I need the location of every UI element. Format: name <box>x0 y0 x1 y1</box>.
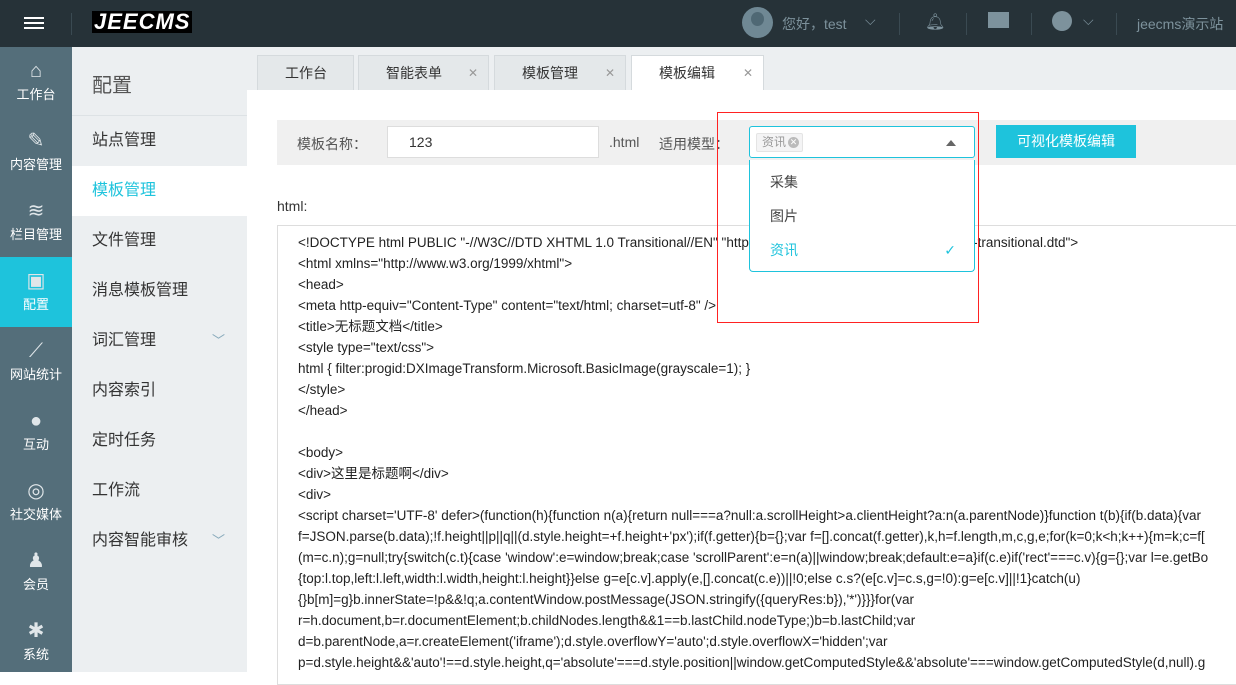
site-name[interactable]: jeecms演示站 <box>1137 14 1223 34</box>
close-icon[interactable]: ✕ <box>605 56 615 90</box>
submenu-workflow[interactable]: 工作流 <box>72 466 247 516</box>
nav-system[interactable]: ✱ 系统 <box>0 607 72 677</box>
code-line: <script charset='UTF-8' defer>(function(… <box>298 508 1202 523</box>
tab-workbench[interactable]: 工作台 <box>257 55 354 90</box>
submenu-vocab[interactable]: 词汇管理 ﹀ <box>72 316 247 366</box>
palette-icon[interactable] <box>1052 11 1072 31</box>
nav-channel[interactable]: ≋ 栏目管理 <box>0 187 72 257</box>
nav-config[interactable]: ▣ 配置 <box>0 257 72 327</box>
visual-edit-button[interactable]: 可视化模板编辑 <box>996 125 1136 158</box>
submenu-template[interactable]: 模板管理 <box>72 166 247 216</box>
code-line: <div>这里是标题啊</div> <box>298 466 449 481</box>
submenu-audit[interactable]: 内容智能审核 ﹀ <box>72 516 247 566</box>
tab-bar: 工作台 智能表单 ✕ 模板管理 ✕ 模板编辑 ✕ <box>247 47 1236 90</box>
edit-icon: ✎ <box>27 130 45 152</box>
monitor-icon[interactable] <box>988 12 1009 28</box>
avatar[interactable] <box>742 7 773 38</box>
tab-template-edit[interactable]: 模板编辑 ✕ <box>631 55 764 90</box>
code-line: <body> <box>298 445 344 460</box>
code-line: d=b.parentNode,a=r.createElement('iframe… <box>298 634 888 649</box>
target-icon: ◎ <box>27 480 45 502</box>
highlight-box <box>717 112 979 323</box>
nav-stats[interactable]: ⟋ 网站统计 <box>0 327 72 397</box>
submenu-msg-template[interactable]: 消息模板管理 <box>72 266 247 316</box>
tab-template-manage[interactable]: 模板管理 ✕ <box>494 55 626 90</box>
chart-icon: ⟋ <box>29 340 43 362</box>
hamburger-menu-icon[interactable] <box>24 14 44 32</box>
submenu-title: 配置 <box>72 47 247 116</box>
theme-chevron-icon[interactable]: ⌵ <box>1083 12 1094 29</box>
tab-smart-form[interactable]: 智能表单 ✕ <box>358 55 489 90</box>
chevron-down-icon: ﹀ <box>211 333 225 348</box>
code-line: f=JSON.parse(b.data);!f.height||p||q||(d… <box>298 529 1205 544</box>
logo: JEECMS <box>92 9 193 34</box>
code-line: <style type="text/css"> <box>298 340 435 355</box>
nav-content[interactable]: ✎ 内容管理 <box>0 117 72 187</box>
home-icon: ⌂ <box>29 60 43 82</box>
top-header: JEECMS 您好，test ⌵ 🔔︎ ⌵ jeecms演示站 <box>0 0 1236 47</box>
user-check-icon: ♟ <box>27 550 45 572</box>
code-line: <div> <box>298 487 332 502</box>
chevron-down-icon: ﹀ <box>211 533 225 548</box>
code-line: </head> <box>298 403 348 418</box>
nav-workbench[interactable]: ⌂ 工作台 <box>0 47 72 117</box>
code-line: p=d.style.height&&'auto'!==d.style.heigh… <box>298 655 1206 670</box>
nav-social[interactable]: ◎ 社交媒体 <box>0 467 72 537</box>
left-nav: ⌂ 工作台 ✎ 内容管理 ≋ 栏目管理 ▣ 配置 ⟋ 网站统计 ● 互动 ◎ 社交媒体 ♟ 会员… <box>0 47 72 672</box>
code-line: html { filter:progid:DXImageTransform.Mi… <box>298 361 751 376</box>
submenu-index[interactable]: 内容索引 <box>72 366 247 416</box>
html-label: html: <box>277 198 308 214</box>
nav-member[interactable]: ♟ 会员 <box>0 537 72 607</box>
suffix-label: .html <box>609 134 640 150</box>
template-name-label: 模板名称： <box>297 136 367 152</box>
code-line: {top:l.top,left:l.left,width:l.width,hei… <box>298 571 1081 586</box>
layers-icon: ≋ <box>27 200 45 222</box>
close-icon[interactable]: ✕ <box>743 56 753 90</box>
template-name-input[interactable]: 123 <box>387 126 599 158</box>
nav-interaction[interactable]: ● 互动 <box>0 397 72 467</box>
submenu: 配置 站点管理 模板管理 文件管理 消息模板管理 词汇管理 ﹀ 内容索引 定时任务… <box>72 47 247 672</box>
submenu-site[interactable]: 站点管理 <box>72 116 247 166</box>
gear-icon: ✱ <box>27 620 45 642</box>
chat-icon: ● <box>29 410 43 432</box>
code-line: (m=c.n);g=null;try{switch(c.t){case 'win… <box>298 550 1209 565</box>
code-line: {}b[m]=g}b.innerState=!p&&!q;a.contentWi… <box>298 592 914 607</box>
user-greeting[interactable]: 您好，test <box>782 14 847 34</box>
submenu-schedule[interactable]: 定时任务 <box>72 416 247 466</box>
code-line: r=h.document,b=r.documentElement;b.child… <box>298 613 916 628</box>
submenu-file[interactable]: 文件管理 <box>72 216 247 266</box>
box-icon: ▣ <box>26 270 46 292</box>
close-icon[interactable]: ✕ <box>468 56 478 90</box>
chevron-down-icon[interactable]: ⌵ <box>865 12 876 29</box>
code-line: </style> <box>298 382 346 397</box>
bell-icon[interactable]: 🔔︎ <box>925 12 945 32</box>
